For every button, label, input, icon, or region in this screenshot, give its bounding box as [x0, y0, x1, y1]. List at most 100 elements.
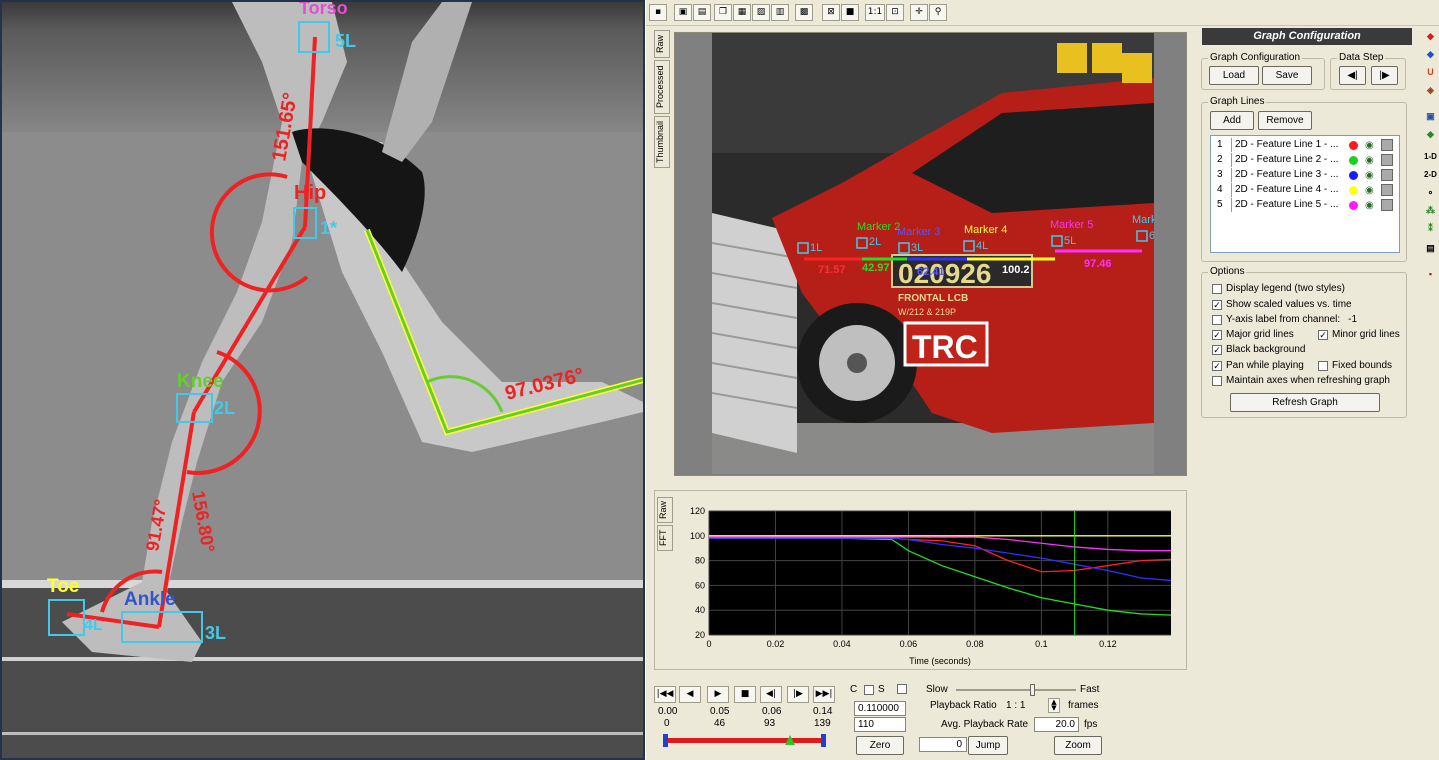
s-checkbox[interactable]: S: [864, 684, 885, 695]
fixed-bounds-checkbox[interactable]: Fixed bounds: [1318, 360, 1392, 371]
last-frame-icon[interactable]: ▶▶|: [813, 686, 835, 703]
record-icon[interactable]: ▪: [649, 4, 667, 21]
graph-line-color-icon[interactable]: [1349, 141, 1358, 150]
image-settings-icon[interactable]: ▤: [1424, 242, 1437, 255]
line-options-icon[interactable]: [1381, 154, 1393, 166]
graph-line-number: 2: [1217, 154, 1223, 165]
load-button[interactable]: Load: [1209, 66, 1259, 85]
checkbox-box: [1318, 360, 1328, 371]
group-icon[interactable]: ⁂: [1424, 204, 1437, 217]
line-options-icon[interactable]: [1381, 184, 1393, 196]
grid-icon[interactable]: ▦: [733, 4, 751, 21]
crosshair-icon[interactable]: ✛: [910, 4, 928, 21]
one-d-icon[interactable]: 1-D: [1424, 150, 1437, 163]
speed-slider[interactable]: [956, 684, 1076, 696]
step-back-icon[interactable]: ◀|: [760, 686, 782, 703]
graph-view[interactable]: Raw FFT 120 100 80 60 40 20 0 0.02 0.04 0.06 0.08…: [654, 490, 1187, 670]
tab-thumbnail[interactable]: Thumbnail: [654, 116, 670, 168]
graph-icon[interactable]: ▤: [693, 4, 711, 21]
tab-raw[interactable]: Raw: [654, 30, 670, 58]
graph-chart[interactable]: 12010080604020 0 0.02 0.04 0.06 0.08 0.1 0.12 …: [677, 491, 1177, 669]
save-button[interactable]: Save: [1262, 66, 1312, 85]
colors-icon[interactable]: ◆: [1424, 30, 1437, 43]
record-settings-icon[interactable]: ▪: [1424, 268, 1437, 281]
stop-icon[interactable]: ■: [734, 686, 756, 703]
first-frame-icon[interactable]: |◀◀: [654, 686, 676, 703]
timeline-slider[interactable]: [663, 732, 826, 748]
step-back-button[interactable]: ◀|: [1339, 66, 1366, 85]
image-icon[interactable]: ▨: [752, 4, 770, 21]
visibility-eye-icon[interactable]: ◉: [1365, 154, 1374, 168]
play-back-icon[interactable]: ◀: [679, 686, 701, 703]
two-d-icon[interactable]: 2-D: [1424, 168, 1437, 181]
add-line-button[interactable]: Add: [1210, 111, 1254, 130]
jump-frame-field[interactable]: 0: [919, 737, 967, 752]
graph-tab-raw[interactable]: Raw: [657, 497, 673, 523]
tree-icon[interactable]: ⁑: [1424, 222, 1437, 235]
major-grid-checkbox[interactable]: ✓ Major grid lines: [1212, 329, 1294, 340]
analysis-icon[interactable]: ◆: [1424, 128, 1437, 141]
zero-button[interactable]: Zero: [856, 736, 904, 755]
frame-value-field[interactable]: 110: [854, 717, 906, 732]
refresh-graph-button[interactable]: Refresh Graph: [1230, 393, 1380, 412]
step-forward-button[interactable]: |▶: [1371, 66, 1398, 85]
film-icon[interactable]: ▣: [674, 4, 692, 21]
graph-line-color-icon[interactable]: [1349, 171, 1358, 180]
filter-icon[interactable]: ◈: [1424, 84, 1437, 97]
graph-line-color-icon[interactable]: [1349, 186, 1358, 195]
timeline-start-handle[interactable]: [663, 734, 668, 747]
points-icon[interactable]: ∘: [1424, 186, 1437, 199]
x-tick-label: 0: [706, 639, 711, 649]
display-legend-checkbox[interactable]: Display legend (two styles): [1212, 283, 1345, 294]
close-view-icon[interactable]: ⊠: [822, 4, 840, 21]
marker-id-3: 3L: [911, 242, 923, 254]
black-background-checkbox[interactable]: ✓ Black background: [1212, 344, 1306, 355]
y-axis-label-checkbox[interactable]: Y-axis label from channel: -1: [1212, 314, 1357, 325]
graph-line-row[interactable]: 4 2D - Feature Line 4 - ... ◉: [1213, 183, 1397, 197]
extra-checkbox[interactable]: [897, 684, 911, 694]
timeline-current-marker[interactable]: [785, 735, 796, 745]
maintain-axes-checkbox[interactable]: Maintain axes when refreshing graph: [1212, 375, 1390, 386]
zoom-icon[interactable]: ⚲: [929, 4, 947, 21]
timeline-end-handle[interactable]: [821, 734, 826, 747]
graph-line-row[interactable]: 5 2D - Feature Line 5 - ... ◉: [1213, 198, 1397, 212]
ratio-spinner[interactable]: ▲ ▼: [1048, 698, 1060, 713]
export-icon[interactable]: ▩: [795, 4, 813, 21]
tab-processed[interactable]: Processed: [654, 60, 670, 114]
time-value-field[interactable]: 0.110000: [854, 701, 906, 716]
magnet-icon[interactable]: U: [1424, 66, 1437, 79]
show-scaled-checkbox[interactable]: ✓ Show scaled values vs. time: [1212, 299, 1352, 310]
window-icon[interactable]: ▣: [1424, 110, 1437, 123]
zoom-1to1-button[interactable]: 1:1: [865, 4, 885, 21]
graph-line-color-icon[interactable]: [1349, 201, 1358, 210]
graph-line-color-icon[interactable]: [1349, 156, 1358, 165]
speed-slider-thumb[interactable]: [1030, 684, 1035, 696]
step-forward-icon[interactable]: |▶: [787, 686, 809, 703]
zoom-button[interactable]: Zoom: [1054, 736, 1102, 755]
play-icon[interactable]: ▶: [707, 686, 729, 703]
line-options-icon[interactable]: [1381, 169, 1393, 181]
visibility-eye-icon[interactable]: ◉: [1365, 184, 1374, 198]
line-options-icon[interactable]: [1381, 139, 1393, 151]
minor-grid-checkbox[interactable]: ✓ Minor grid lines: [1318, 329, 1400, 340]
jump-button[interactable]: Jump: [968, 736, 1008, 755]
graph-line-row[interactable]: 2 2D - Feature Line 2 - ... ◉: [1213, 153, 1397, 167]
visibility-eye-icon[interactable]: ◉: [1365, 139, 1374, 153]
frames-icon[interactable]: ▥: [771, 4, 789, 21]
graph-line-row[interactable]: 3 2D - Feature Line 3 - ... ◉: [1213, 168, 1397, 182]
line-options-icon[interactable]: [1381, 199, 1393, 211]
pan-while-playing-checkbox[interactable]: ✓ Pan while playing: [1212, 360, 1304, 371]
graph-tab-fft[interactable]: FFT: [657, 525, 673, 551]
green-view-icon[interactable]: ■: [841, 4, 859, 21]
visibility-eye-icon[interactable]: ◉: [1365, 199, 1374, 213]
checkbox-box: [864, 684, 874, 695]
remove-line-button[interactable]: Remove: [1258, 111, 1312, 130]
visibility-eye-icon[interactable]: ◉: [1365, 169, 1374, 183]
fit-icon[interactable]: ⊡: [886, 4, 904, 21]
graph-line-row[interactable]: 1 2D - Feature Line 1 - ... ◉: [1213, 138, 1397, 152]
markers-icon[interactable]: ◆: [1424, 48, 1437, 61]
frame-tick-2: 93: [764, 718, 776, 729]
video-view[interactable]: 020926 FRONTAL LCB W/212 & 219P TRC 1L 2…: [674, 32, 1187, 476]
copy-icon[interactable]: ❐: [714, 4, 732, 21]
graph-lines-list[interactable]: 1 2D - Feature Line 1 - ... ◉ 2 2D - Feature…: [1210, 135, 1400, 253]
